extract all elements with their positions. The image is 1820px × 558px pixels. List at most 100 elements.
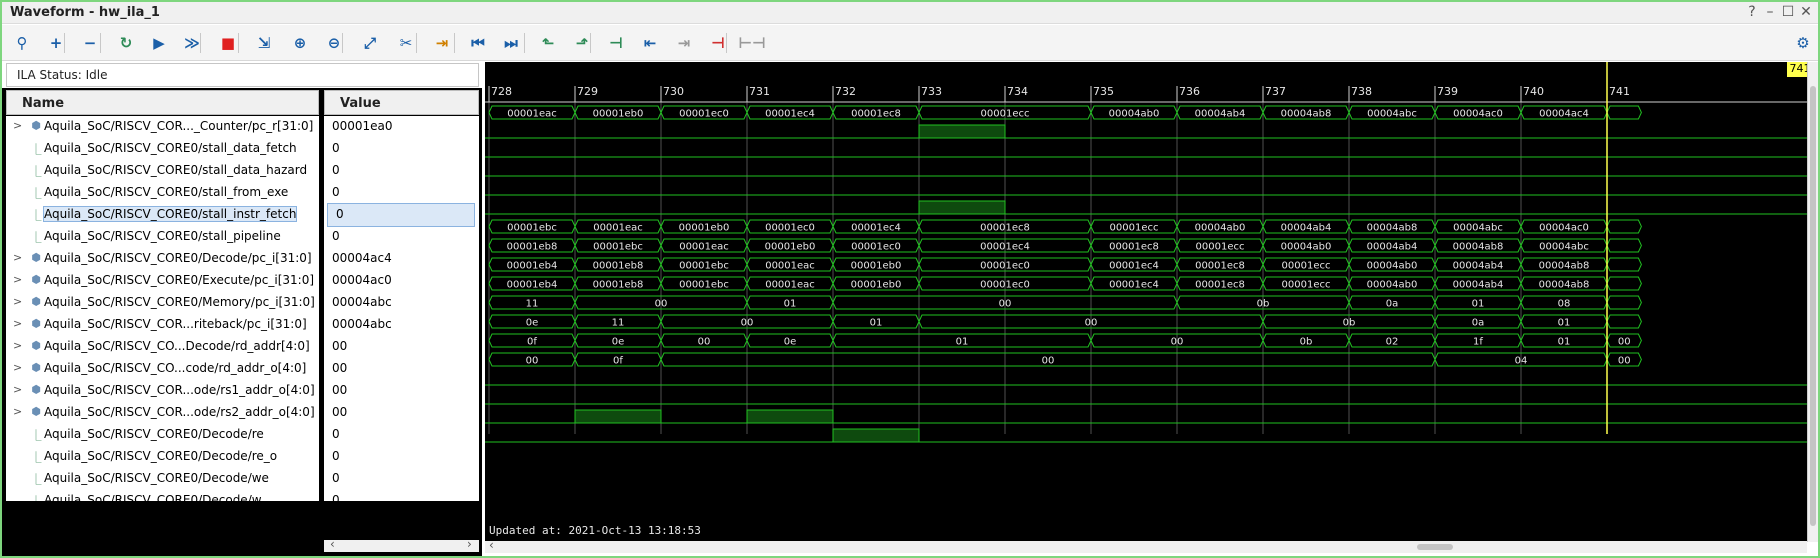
go-to-start-icon[interactable]: ⏮ — [466, 31, 490, 55]
signal-value[interactable]: 00004ac4 — [324, 248, 479, 270]
signal-row[interactable]: > ⬢ Aquila_SoC/RISCV_CO...Decode/rd_addr[4… — [6, 336, 319, 358]
signal-row[interactable]: ⎿ Aquila_SoC/RISCV_CORE0/Decode/we — [6, 468, 319, 490]
expand-chevron-icon[interactable]: > — [13, 339, 22, 352]
remove-icon[interactable]: − — [78, 31, 102, 55]
bus-value-label: 00001ec8 — [851, 109, 901, 120]
signal-row[interactable]: > ⬢ Aquila_SoC/RISCV_COR..._Counter/pc_r[3… — [6, 116, 319, 138]
bus-value-label: 00001ec8 — [1109, 242, 1159, 253]
add-marker-icon[interactable]: ⊣ — [604, 31, 628, 55]
waveform-vscrollbar[interactable] — [1807, 62, 1818, 542]
delete-marker-icon[interactable]: ⊣ — [706, 31, 730, 55]
bus-value-label: 00 — [1085, 318, 1098, 329]
signal-row[interactable]: > ⬢ Aquila_SoC/RISCV_COR...ode/rs2_addr_o[… — [6, 402, 319, 424]
export-icon[interactable]: ⇲ — [252, 31, 276, 55]
signal-value[interactable]: 0 — [324, 468, 479, 490]
close-icon[interactable]: ✕ — [1797, 4, 1815, 20]
signal-value[interactable]: 00 — [324, 358, 479, 380]
search-icon[interactable]: ⚲ — [10, 31, 34, 55]
signal-row[interactable]: > ⬢ Aquila_SoC/RISCV_COR...riteback/pc_i[3… — [6, 314, 319, 336]
expand-chevron-icon[interactable]: > — [13, 295, 22, 308]
expand-chevron-icon[interactable]: > — [13, 273, 22, 286]
bus-value-label: 00001ec4 — [1109, 280, 1159, 291]
signal-value[interactable]: 00 — [324, 380, 479, 402]
signal-value[interactable]: 0 — [324, 182, 479, 204]
signal-value[interactable]: 0 — [324, 160, 479, 182]
scroll-right-icon[interactable]: › — [467, 537, 472, 551]
scroll-left-icon[interactable]: ‹ — [330, 537, 335, 551]
help-icon[interactable]: ? — [1743, 4, 1761, 20]
signal-row[interactable]: ⎿ Aquila_SoC/RISCV_CORE0/stall_data_fetch — [6, 138, 319, 160]
time-tick-label: 741 — [1609, 85, 1630, 98]
toolbar-separator — [524, 33, 525, 53]
signal-value[interactable]: 0 — [324, 226, 479, 248]
signal-row[interactable]: > ⬢ Aquila_SoC/RISCV_CO...code/rd_addr_o[4… — [6, 358, 319, 380]
bus-value-label: 00004ab0 — [1367, 280, 1418, 291]
scrollbar-thumb[interactable] — [1810, 86, 1816, 526]
signal-row[interactable]: > ⬢ Aquila_SoC/RISCV_CORE0/Memory/pc_i[31:… — [6, 292, 319, 314]
stop-icon[interactable]: ■ — [216, 31, 240, 55]
signal-value[interactable]: 00004abc — [324, 314, 479, 336]
signal-row[interactable]: ⎿ Aquila_SoC/RISCV_CORE0/stall_instr_fetc… — [6, 204, 319, 226]
expand-chevron-icon[interactable]: > — [13, 119, 22, 132]
previous-marker-icon[interactable]: ⇤ — [638, 31, 662, 55]
signal-value[interactable]: 0 — [324, 424, 479, 446]
swap-cursors-icon[interactable]: ⊢⊣ — [738, 31, 765, 55]
time-tick-label: 738 — [1351, 85, 1372, 98]
go-to-cursor-icon[interactable]: ⇥ — [430, 31, 454, 55]
bus-value-label: 00 — [1618, 356, 1631, 367]
expand-chevron-icon[interactable]: > — [13, 361, 22, 374]
expand-chevron-icon[interactable]: > — [13, 317, 22, 330]
name-column-header[interactable]: Name — [6, 90, 319, 115]
signal-name: Aquila_SoC/RISCV_CORE0/stall_data_hazard — [44, 163, 308, 177]
signal-row[interactable]: ⎿ Aquila_SoC/RISCV_CORE0/stall_data_hazar… — [6, 160, 319, 182]
signal-row[interactable]: > ⬢ Aquila_SoC/RISCV_CORE0/Decode/pc_i[31:… — [6, 248, 319, 270]
signal-value[interactable]: 0 — [324, 446, 479, 468]
value-hscrollbar[interactable]: ‹ › — [324, 537, 479, 552]
signal-value[interactable]: 00 — [324, 336, 479, 358]
signal-row[interactable]: ⎿ Aquila_SoC/RISCV_CORE0/Decode/re — [6, 424, 319, 446]
next-marker-icon[interactable]: ⇥ — [672, 31, 696, 55]
time-tick-label: 736 — [1179, 85, 1200, 98]
signal-value[interactable]: 0 — [324, 490, 479, 501]
signal-value[interactable]: 0 — [327, 203, 475, 227]
signal-row[interactable]: ⎿ Aquila_SoC/RISCV_CORE0/stall_from_exe — [6, 182, 319, 204]
expand-chevron-icon[interactable]: > — [13, 251, 22, 264]
previous-transition-icon[interactable]: ⬑ — [536, 31, 560, 55]
signal-row[interactable]: > ⬢ Aquila_SoC/RISCV_CORE0/Execute/pc_i[31… — [6, 270, 319, 292]
add-icon[interactable]: + — [44, 31, 68, 55]
scrollbar-thumb[interactable] — [1417, 544, 1453, 550]
signal-row[interactable]: > ⬢ Aquila_SoC/RISCV_COR...ode/rs1_addr_o[… — [6, 380, 319, 402]
signal-value[interactable]: 00001ea0 — [324, 116, 479, 138]
expand-chevron-icon[interactable]: > — [13, 383, 22, 396]
settings-icon[interactable]: ⚙ — [1791, 31, 1815, 55]
run-trigger-icon[interactable]: ▶ — [147, 31, 171, 55]
signal-name: Aquila_SoC/RISCV_CORE0/Decode/w... — [44, 493, 272, 501]
next-transition-icon[interactable]: ⬏ — [570, 31, 594, 55]
signal-row[interactable]: ⎿Aquila_SoC/RISCV_CORE0/Decode/w... — [6, 490, 319, 501]
auto-retrigger-icon[interactable]: ≫ — [180, 31, 204, 55]
signal-value[interactable]: 0 — [324, 138, 479, 160]
expand-chevron-icon[interactable]: > — [13, 405, 22, 418]
maximize-icon[interactable]: ☐ — [1779, 4, 1797, 20]
go-to-end-icon[interactable]: ⏭ — [499, 31, 523, 55]
signal-row[interactable]: ⎿ Aquila_SoC/RISCV_CORE0/Decode/re_o — [6, 446, 319, 468]
signal-name: Aquila_SoC/RISCV_CO...Decode/rd_addr[4:0… — [44, 339, 310, 353]
time-tick-label: 730 — [663, 85, 684, 98]
signal-name: Aquila_SoC/RISCV_CORE0/Execute/pc_i[31:0… — [44, 273, 315, 287]
signal-row[interactable]: ⎿ Aquila_SoC/RISCV_CORE0/stall_pipeline — [6, 226, 319, 248]
scroll-left-icon[interactable]: ‹ — [489, 538, 494, 552]
time-tick-label: 739 — [1437, 85, 1458, 98]
minimize-icon[interactable]: – — [1761, 4, 1779, 20]
signal-value[interactable]: 00004ac0 — [324, 270, 479, 292]
signal-value[interactable]: 00004abc — [324, 292, 479, 314]
zoom-fit-icon[interactable]: ⤢ — [358, 31, 382, 55]
run-trigger-immediate-icon[interactable]: ↻ — [114, 31, 138, 55]
value-column-header[interactable]: Value — [324, 90, 479, 115]
signal-value[interactable]: 00 — [324, 402, 479, 424]
cursor-remove-icon[interactable]: ✂ — [394, 31, 418, 55]
zoom-in-icon[interactable]: ⊕ — [288, 31, 312, 55]
bit-signal-icon: ⎿ — [28, 493, 44, 501]
zoom-out-icon[interactable]: ⊖ — [322, 31, 346, 55]
waveform-canvas[interactable]: 728 729 730 731 732 733 734 735 736 737 738 739 740 7… — [485, 62, 1807, 542]
waveform-hscrollbar[interactable]: ‹ — [485, 538, 1807, 553]
